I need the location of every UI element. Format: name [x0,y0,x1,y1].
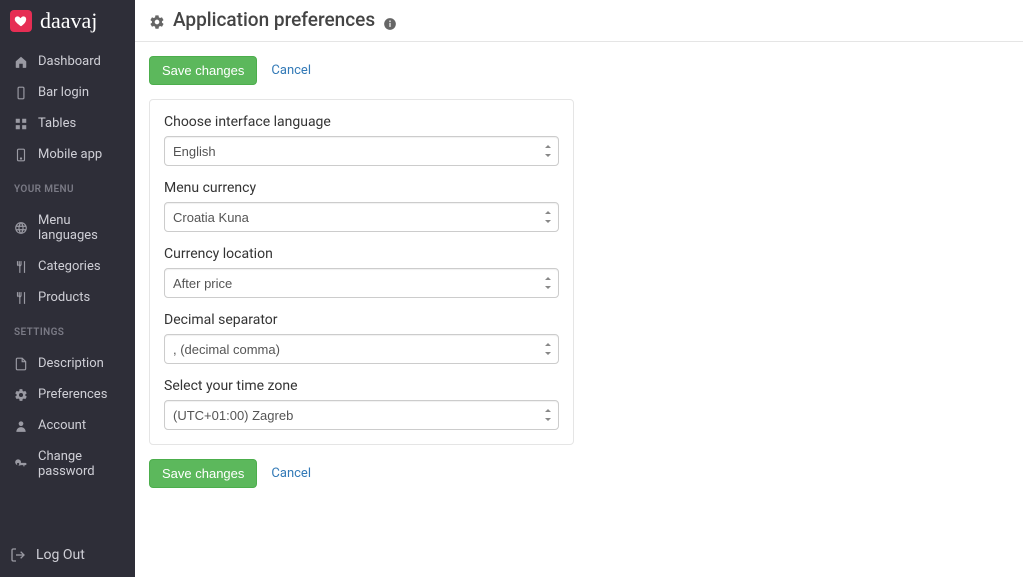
sidebar-item-products[interactable]: Products [0,282,135,313]
save-button[interactable]: Save changes [149,459,257,488]
nav-heading-settings: SETTINGS [0,317,135,344]
sidebar-item-label: Description [38,356,104,371]
topbar: Application preferences [135,0,1023,42]
file-icon [14,357,28,371]
mobile-icon [14,148,28,162]
currency-select[interactable]: Croatia Kuna [164,202,559,232]
page-title-row: Application preferences [149,8,397,31]
field-label: Menu currency [164,180,559,196]
language-select[interactable]: English [164,136,559,166]
nav-heading-menu: YOUR MENU [0,174,135,201]
decimal-select[interactable]: , (decimal comma) [164,334,559,364]
form-card: Choose interface language English Menu c… [149,99,574,445]
sidebar-item-label: Dashboard [38,54,101,69]
field-label: Decimal separator [164,312,559,328]
sidebar-item-account[interactable]: Account [0,410,135,441]
heart-icon [14,14,28,28]
gear-icon [14,388,28,402]
timezone-select[interactable]: (UTC+01:00) Zagreb [164,400,559,430]
content: Save changes Cancel Choose interface lan… [135,42,1023,516]
sidebar-item-label: Menu languages [38,213,121,243]
home-icon [14,55,28,69]
phone-icon [14,86,28,100]
cancel-link[interactable]: Cancel [271,63,311,78]
field-label: Currency location [164,246,559,262]
sidebar-item-bar-login[interactable]: Bar login [0,77,135,108]
select-wrap: , (decimal comma) [164,334,559,364]
logout-link[interactable]: Log Out [0,535,135,577]
sidebar-item-description[interactable]: Description [0,348,135,379]
main: Application preferences Save changes Can… [135,0,1023,577]
sidebar-item-change-password[interactable]: Change password [0,441,135,487]
select-wrap: Croatia Kuna [164,202,559,232]
logout-label: Log Out [36,547,85,563]
field-currency: Menu currency Croatia Kuna [164,180,559,232]
sidebar-item-categories[interactable]: Categories [0,251,135,282]
nav-primary: Dashboard Bar login Tables Mobile app [0,42,135,174]
sidebar-spacer [0,491,135,535]
sidebar-item-dashboard[interactable]: Dashboard [0,46,135,77]
logo-area[interactable]: daavaj [0,0,135,42]
select-wrap: English [164,136,559,166]
sidebar-item-tables[interactable]: Tables [0,108,135,139]
currency-location-select[interactable]: After price [164,268,559,298]
sidebar-item-label: Mobile app [38,147,102,162]
field-currency-location: Currency location After price [164,246,559,298]
app-badge [10,10,32,32]
logout-icon [10,547,26,563]
field-label: Select your time zone [164,378,559,394]
field-decimal: Decimal separator , (decimal comma) [164,312,559,364]
utensils-icon [14,291,28,305]
cancel-link[interactable]: Cancel [271,466,311,481]
sidebar-item-preferences[interactable]: Preferences [0,379,135,410]
field-timezone: Select your time zone (UTC+01:00) Zagreb [164,378,559,430]
info-icon[interactable] [383,13,397,27]
utensils-icon [14,260,28,274]
field-label: Choose interface language [164,114,559,130]
action-row-bottom: Save changes Cancel [149,459,1009,488]
page-title: Application preferences [173,8,375,31]
select-wrap: After price [164,268,559,298]
field-language: Choose interface language English [164,114,559,166]
sidebar: daavaj Dashboard Bar login Tables Mobile… [0,0,135,577]
sidebar-item-label: Categories [38,259,101,274]
save-button[interactable]: Save changes [149,56,257,85]
grid-icon [14,117,28,131]
action-row-top: Save changes Cancel [149,56,1009,85]
sidebar-item-mobile-app[interactable]: Mobile app [0,139,135,170]
translate-icon [14,221,28,235]
nav-settings: Description Preferences Account Change p… [0,344,135,491]
sidebar-item-label: Products [38,290,90,305]
user-icon [14,419,28,433]
sidebar-item-label: Tables [38,116,76,131]
sidebar-item-label: Account [38,418,86,433]
sidebar-item-label: Preferences [38,387,107,402]
key-icon [14,457,28,471]
sidebar-item-label: Bar login [38,85,89,100]
logo-text: daavaj [40,10,97,32]
sidebar-item-label: Change password [38,449,121,479]
sidebar-item-menu-languages[interactable]: Menu languages [0,205,135,251]
gear-icon [149,12,165,28]
select-wrap: (UTC+01:00) Zagreb [164,400,559,430]
nav-menu: Menu languages Categories Products [0,201,135,317]
